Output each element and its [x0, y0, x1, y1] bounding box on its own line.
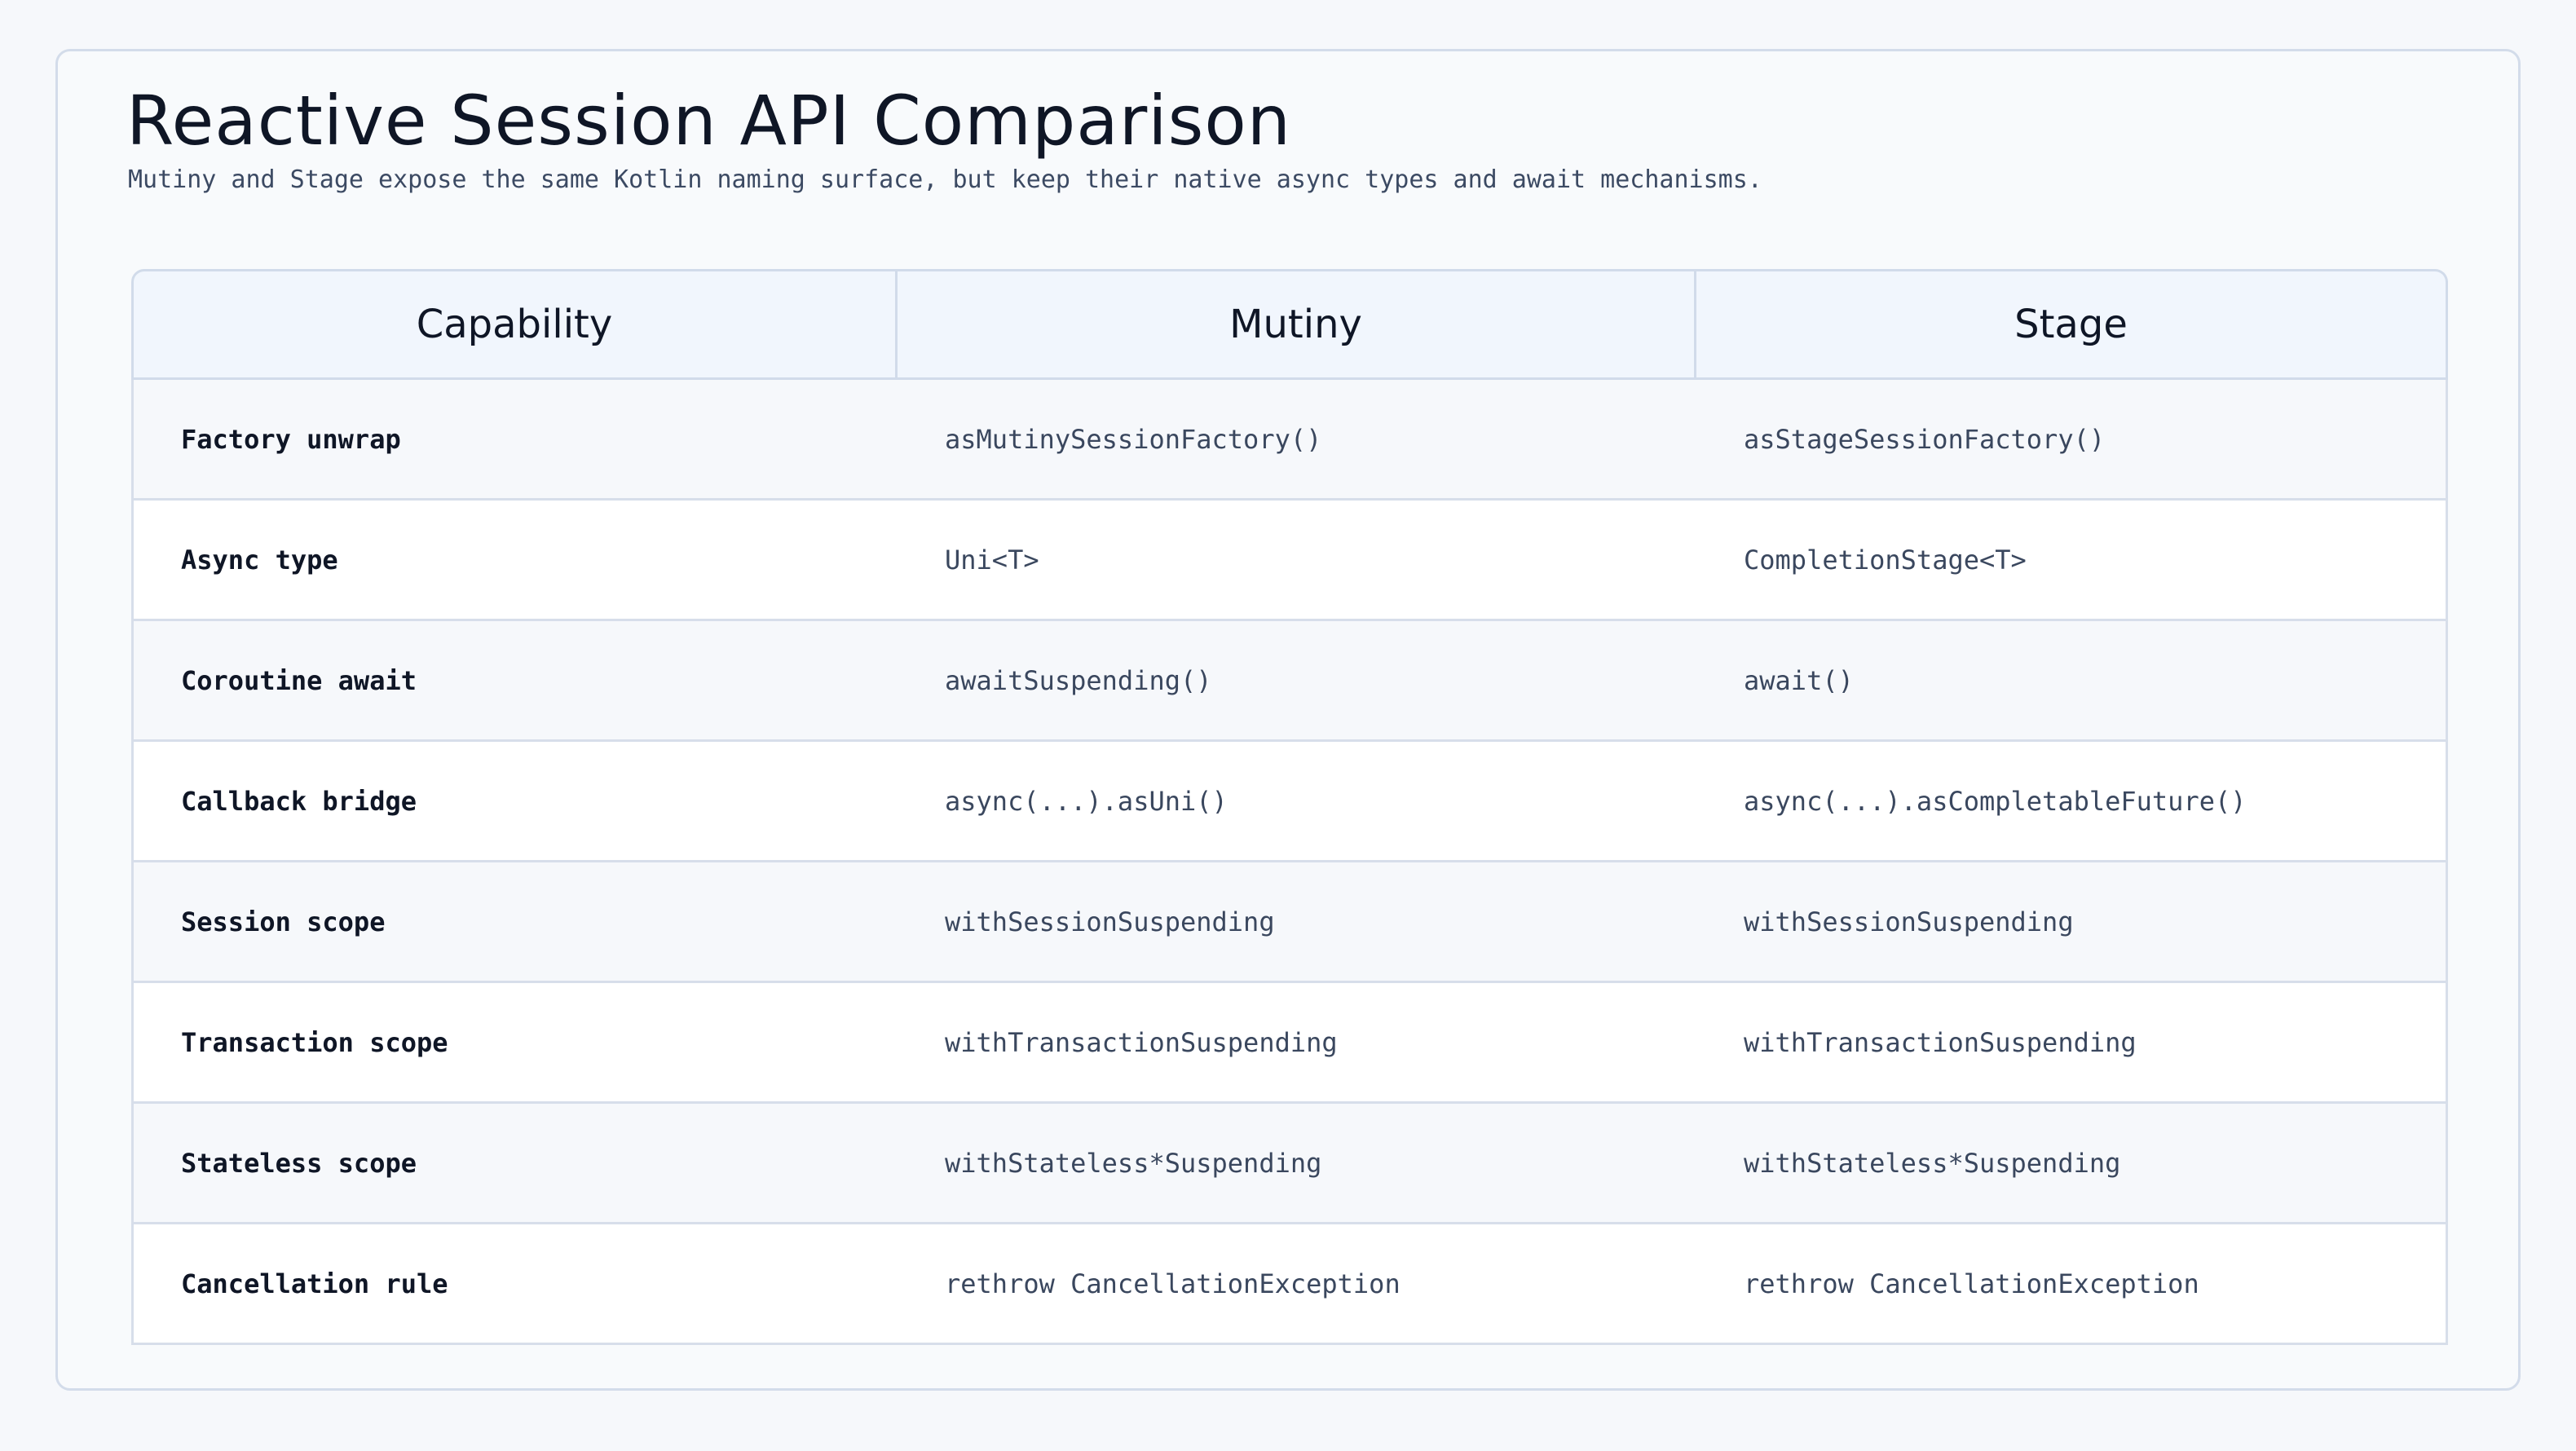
mutiny-cell: asMutinySessionFactory() — [898, 380, 1696, 501]
capability-cell: Coroutine await — [131, 621, 898, 742]
capability-cell: Transaction scope — [131, 983, 898, 1104]
column-header-capability: Capability — [131, 269, 898, 380]
table-body: Factory unwrap asMutinySessionFactory() … — [131, 380, 2448, 1345]
comparison-table-container: Capability Mutiny Stage Factory unwrap a… — [131, 269, 2448, 1346]
table-row: Async type Uni<T> CompletionStage<T> — [131, 501, 2448, 621]
table-row: Callback bridge async(...).asUni() async… — [131, 742, 2448, 862]
stage-cell: async(...).asCompletableFuture() — [1696, 742, 2448, 862]
mutiny-cell: awaitSuspending() — [898, 621, 1696, 742]
table-row: Cancellation rule rethrow CancellationEx… — [131, 1224, 2448, 1345]
column-header-stage: Stage — [1696, 269, 2448, 380]
table-row: Factory unwrap asMutinySessionFactory() … — [131, 380, 2448, 501]
table-header: Capability Mutiny Stage — [131, 269, 2448, 380]
table-row: Transaction scope withTransactionSuspend… — [131, 983, 2448, 1104]
capability-cell: Session scope — [131, 862, 898, 983]
stage-cell: asStageSessionFactory() — [1696, 380, 2448, 501]
page-title: Reactive Session API Comparison — [126, 81, 1292, 161]
mutiny-cell: async(...).asUni() — [898, 742, 1696, 862]
capability-cell: Cancellation rule — [131, 1224, 898, 1345]
stage-cell: withTransactionSuspending — [1696, 983, 2448, 1104]
stage-cell: withStateless*Suspending — [1696, 1104, 2448, 1224]
stage-cell: CompletionStage<T> — [1696, 501, 2448, 621]
comparison-table: Capability Mutiny Stage Factory unwrap a… — [131, 269, 2448, 1345]
comparison-card: Reactive Session API Comparison Mutiny a… — [55, 49, 2521, 1391]
mutiny-cell: withTransactionSuspending — [898, 983, 1696, 1104]
capability-cell: Stateless scope — [131, 1104, 898, 1224]
capability-cell: Callback bridge — [131, 742, 898, 862]
header-row: Capability Mutiny Stage — [131, 269, 2448, 380]
stage-cell: rethrow CancellationException — [1696, 1224, 2448, 1345]
capability-cell: Async type — [131, 501, 898, 621]
mutiny-cell: withStateless*Suspending — [898, 1104, 1696, 1224]
table-row: Stateless scope withStateless*Suspending… — [131, 1104, 2448, 1224]
mutiny-cell: withSessionSuspending — [898, 862, 1696, 983]
column-header-mutiny: Mutiny — [898, 269, 1696, 380]
table-row: Coroutine await awaitSuspending() await(… — [131, 621, 2448, 742]
capability-cell: Factory unwrap — [131, 380, 898, 501]
stage-cell: withSessionSuspending — [1696, 862, 2448, 983]
mutiny-cell: rethrow CancellationException — [898, 1224, 1696, 1345]
table-row: Session scope withSessionSuspending with… — [131, 862, 2448, 983]
page-subtitle: Mutiny and Stage expose the same Kotlin … — [128, 165, 1762, 194]
mutiny-cell: Uni<T> — [898, 501, 1696, 621]
stage-cell: await() — [1696, 621, 2448, 742]
